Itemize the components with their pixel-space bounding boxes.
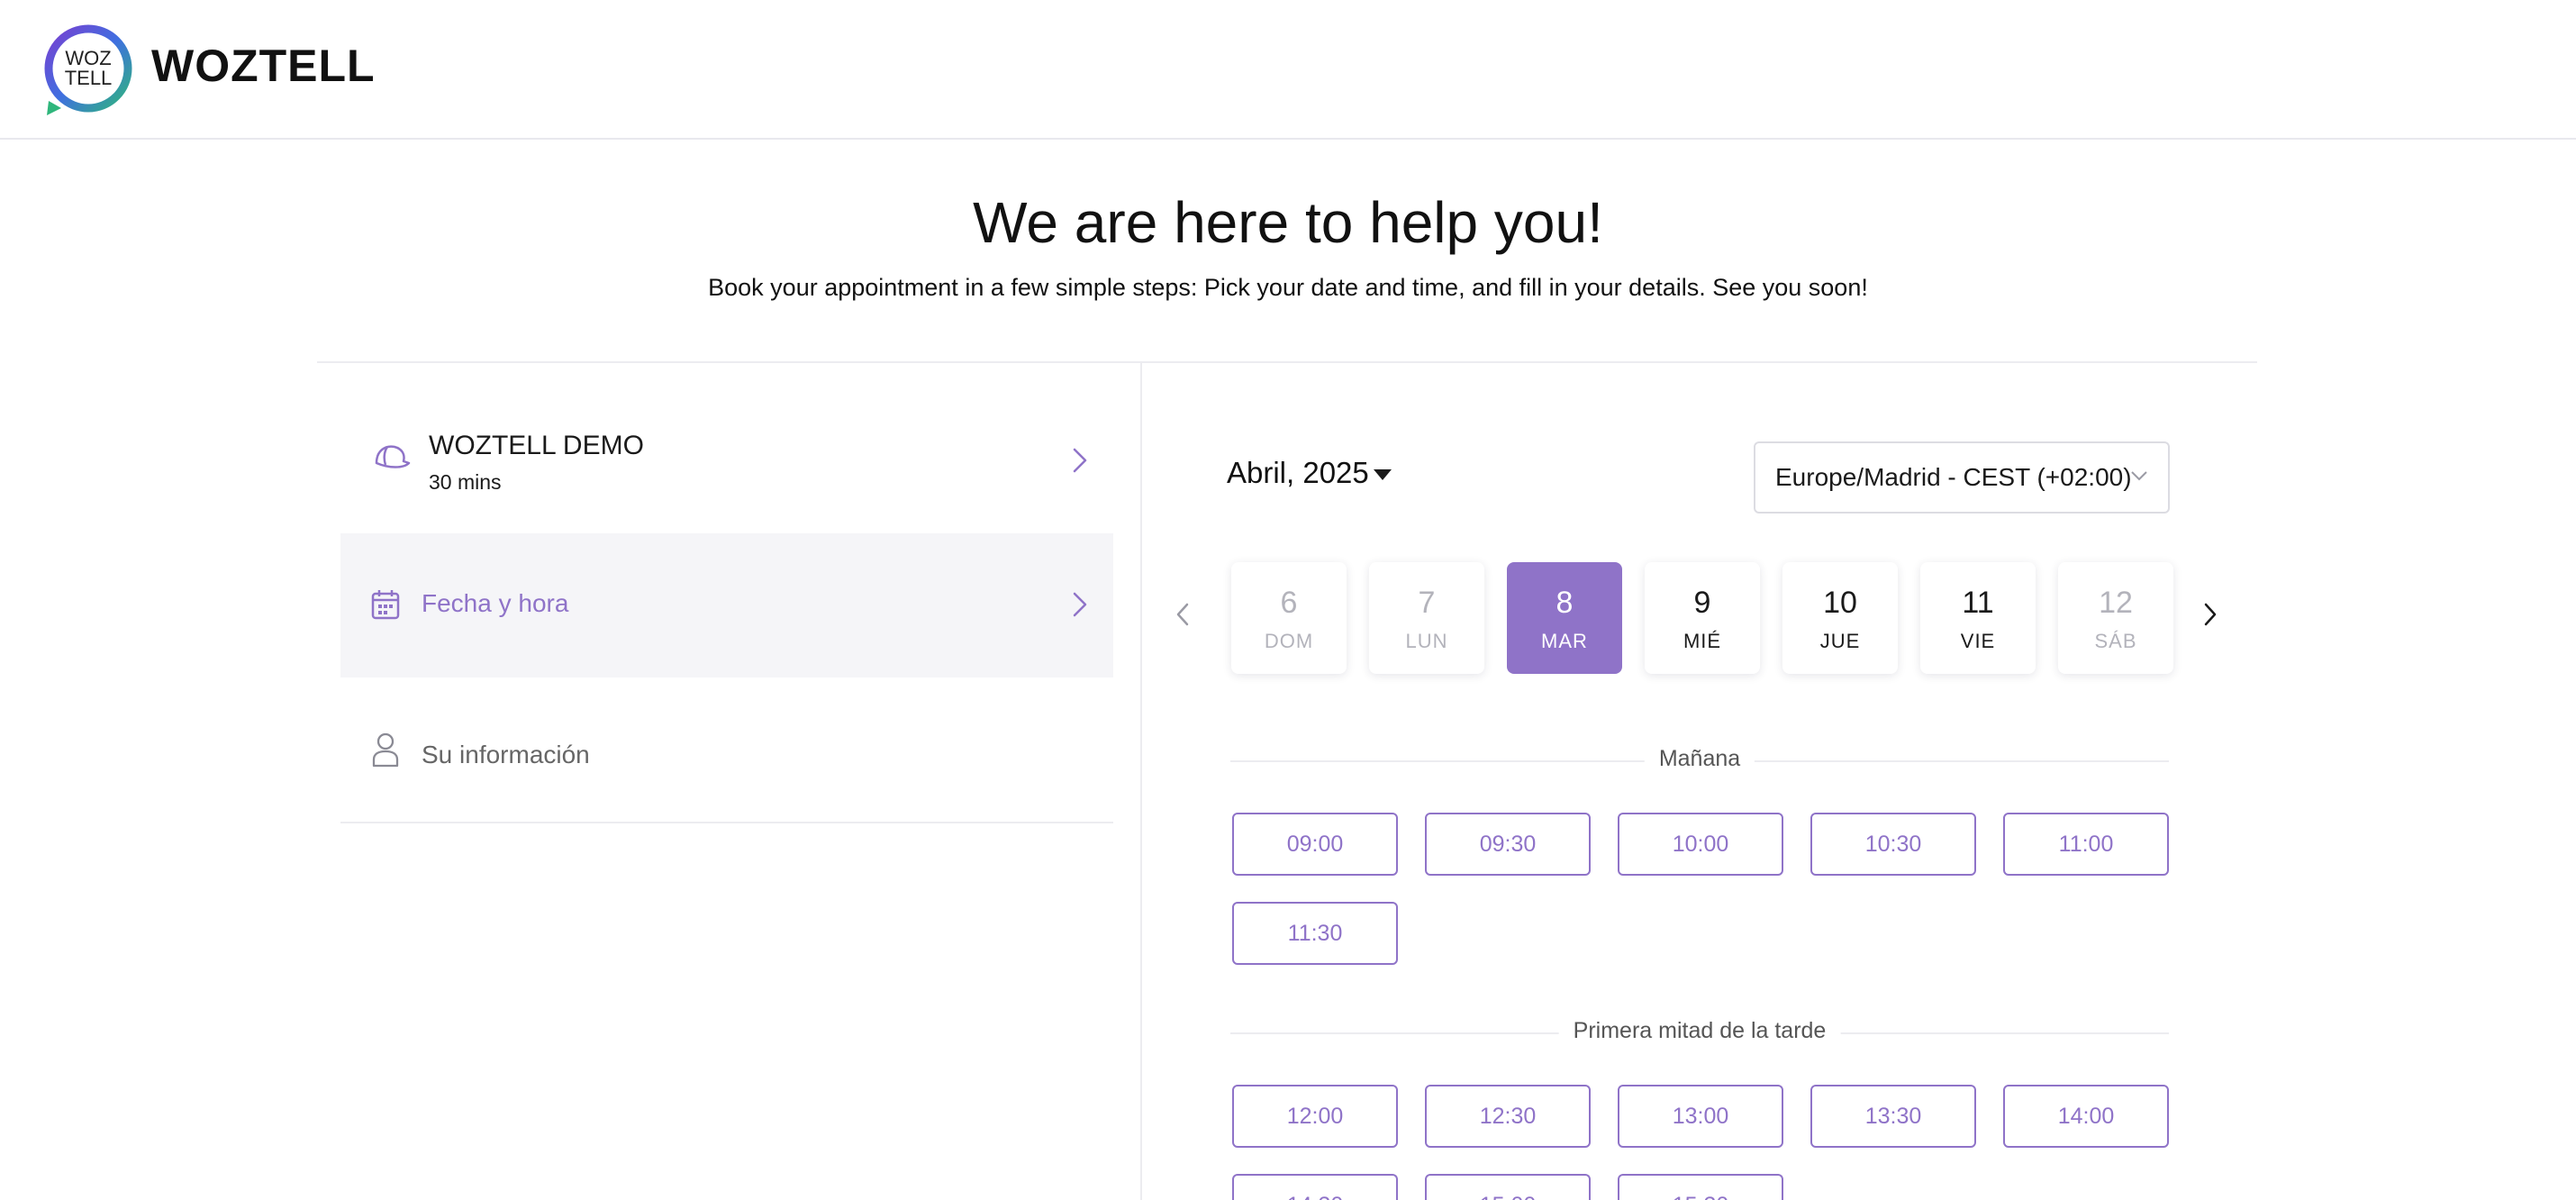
chevron-down-icon xyxy=(2131,471,2147,481)
timezone-value: Europe/Madrid - CEST (+02:00) xyxy=(1775,463,2132,491)
page-subtitle: Book your appointment in a few simple st… xyxy=(708,274,1868,301)
morning-section-header: Mañana xyxy=(1230,742,2169,778)
month-selector[interactable]: Abril, 2025 xyxy=(1227,456,1369,490)
caret-down-icon[interactable] xyxy=(1373,468,1392,481)
day-weekday: MIÉ xyxy=(1683,630,1722,652)
day-weekday: JUE xyxy=(1819,630,1861,652)
day-8-selected[interactable]: 8 MAR xyxy=(1507,562,1622,674)
time-slot[interactable]: 13:30 xyxy=(1810,1085,1976,1148)
time-slot[interactable]: 12:00 xyxy=(1232,1085,1398,1148)
hero-divider xyxy=(317,361,2257,363)
next-days-icon[interactable] xyxy=(2203,602,2218,627)
user-icon xyxy=(372,732,399,768)
time-slot[interactable]: 15:00 xyxy=(1425,1174,1591,1200)
chevron-right-icon xyxy=(1073,592,1087,617)
day-weekday: MAR xyxy=(1541,630,1588,652)
column-divider xyxy=(1140,362,1142,1200)
day-number: 8 xyxy=(1556,586,1574,620)
day-number: 12 xyxy=(2099,586,2133,620)
time-slot[interactable]: 11:30 xyxy=(1232,902,1398,965)
cap-icon xyxy=(375,445,411,468)
top-bar: WOZ TELL WOZTELL xyxy=(0,0,2576,140)
morning-label: Mañana xyxy=(1644,746,1755,772)
day-weekday: DOM xyxy=(1264,630,1314,652)
day-12: 12 SÁB xyxy=(2058,562,2173,674)
time-slot[interactable]: 11:00 xyxy=(2003,813,2169,876)
day-6: 6 DOM xyxy=(1231,562,1347,674)
day-weekday: VIE xyxy=(1960,630,1996,652)
day-11[interactable]: 11 VIE xyxy=(1920,562,2036,674)
time-slot[interactable]: 14:30 xyxy=(1232,1174,1398,1200)
logo-mark-line2: TELL xyxy=(65,67,113,89)
day-number: 6 xyxy=(1280,586,1298,620)
page-title: We are here to help you! xyxy=(973,190,1603,255)
day-number: 7 xyxy=(1418,586,1436,620)
day-10[interactable]: 10 JUE xyxy=(1782,562,1898,674)
early-afternoon-label: Primera mitad de la tarde xyxy=(1558,1018,1841,1044)
brand-name[interactable]: WOZTELL xyxy=(151,40,376,92)
step-service[interactable]: WOZTELL DEMO 30 mins xyxy=(340,387,1113,532)
time-slot[interactable]: 14:00 xyxy=(2003,1085,2169,1148)
day-weekday: SÁB xyxy=(2094,630,2137,652)
timezone-select[interactable]: Europe/Madrid - CEST (+02:00) xyxy=(1754,441,2170,514)
step-date-time[interactable]: Fecha y hora xyxy=(340,533,1113,677)
day-weekday: LUN xyxy=(1405,630,1448,652)
step-your-info[interactable]: Su información xyxy=(340,679,1113,823)
previous-days-icon[interactable] xyxy=(1175,602,1190,627)
service-title: WOZTELL DEMO xyxy=(429,431,644,460)
time-slot[interactable]: 10:30 xyxy=(1810,813,1976,876)
chevron-right-icon xyxy=(1073,448,1087,473)
day-9[interactable]: 9 MIÉ xyxy=(1645,562,1760,674)
service-duration: 30 mins xyxy=(429,470,502,494)
day-number: 11 xyxy=(1962,586,1994,620)
woztell-logo-icon[interactable]: WOZ TELL xyxy=(41,22,135,115)
time-slot[interactable]: 12:30 xyxy=(1425,1085,1591,1148)
time-slot[interactable]: 09:30 xyxy=(1425,813,1591,876)
time-slot[interactable]: 10:00 xyxy=(1618,813,1783,876)
time-slot[interactable]: 15:30 xyxy=(1618,1174,1783,1200)
day-number: 10 xyxy=(1823,586,1857,620)
day-number: 9 xyxy=(1693,586,1711,620)
early-afternoon-section-header: Primera mitad de la tarde xyxy=(1230,1014,2169,1050)
date-step-title: Fecha y hora xyxy=(422,589,569,617)
time-slot[interactable]: 09:00 xyxy=(1232,813,1398,876)
day-7: 7 LUN xyxy=(1369,562,1484,674)
info-step-title: Su información xyxy=(422,741,590,768)
calendar-icon xyxy=(371,590,400,620)
time-slot[interactable]: 13:00 xyxy=(1618,1085,1783,1148)
